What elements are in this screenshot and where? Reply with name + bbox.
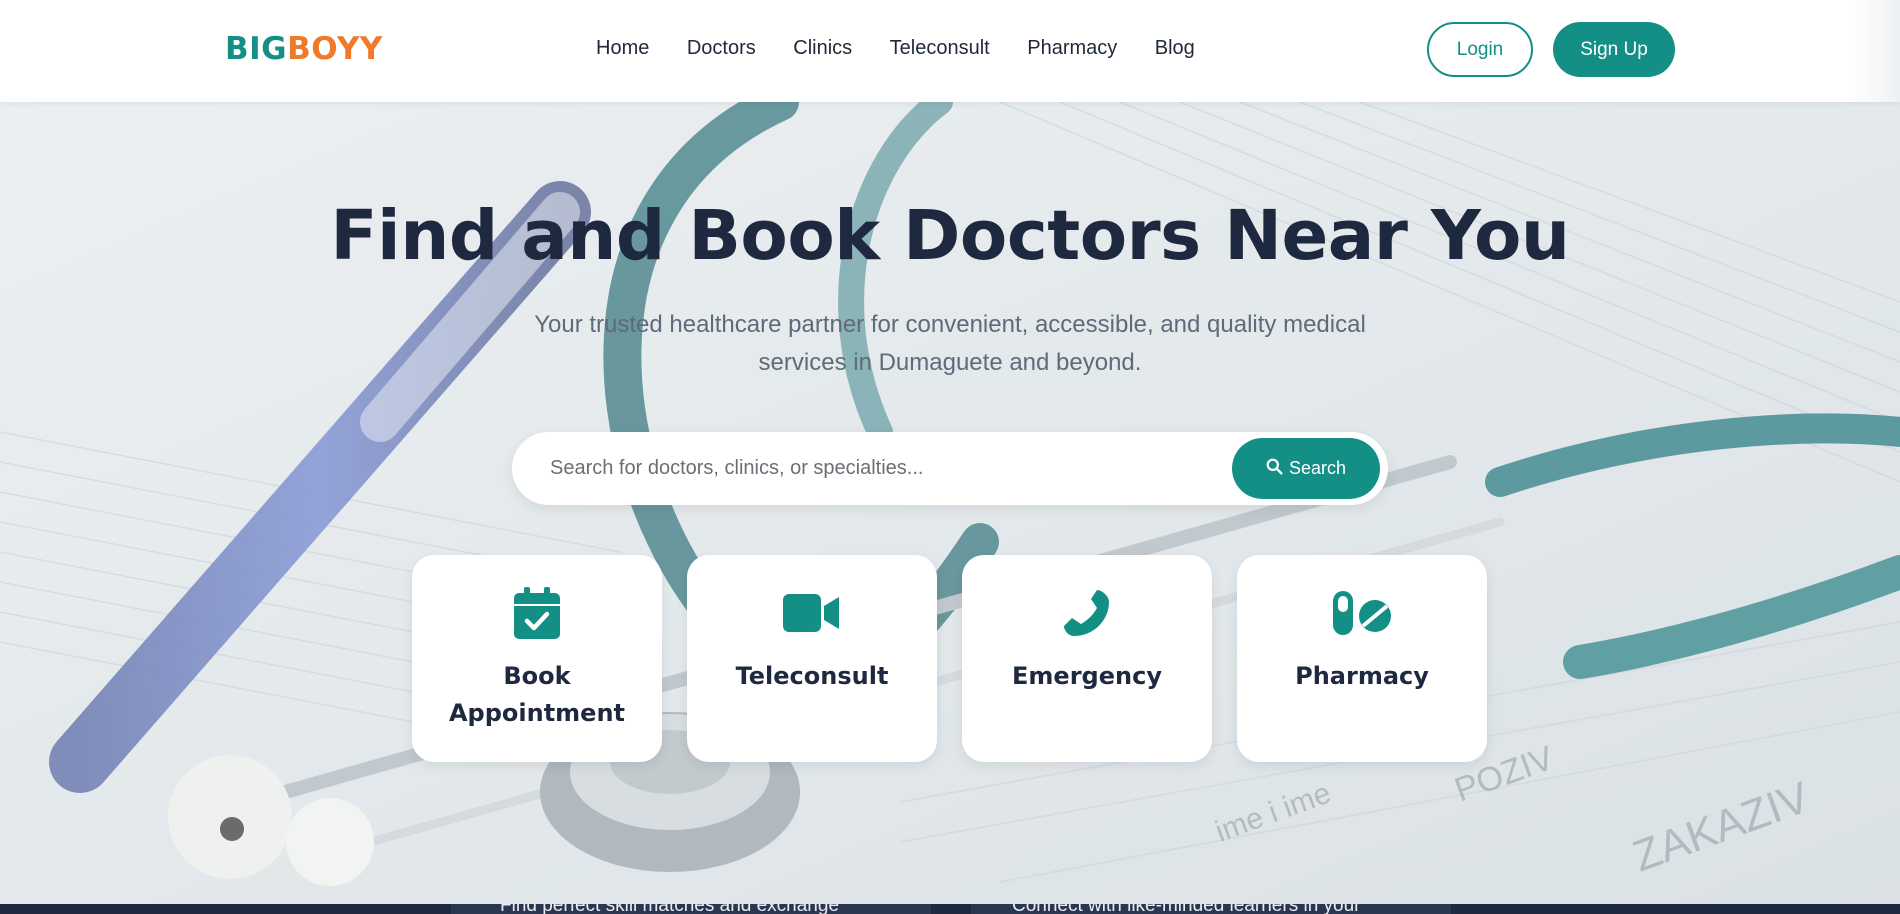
phone-icon bbox=[1057, 586, 1117, 640]
nav-clinics[interactable]: Clinics bbox=[793, 37, 852, 60]
logo-part-1: BIG bbox=[225, 31, 288, 67]
nav-teleconsult[interactable]: Teleconsult bbox=[890, 37, 990, 60]
nav-pharmacy[interactable]: Pharmacy bbox=[1027, 37, 1117, 60]
card-pharmacy[interactable]: Pharmacy bbox=[1237, 555, 1487, 762]
logo-part-2: BOYY bbox=[287, 31, 383, 67]
hero-section: POZIV ZAKAZIV ime i ime Find and Book Do… bbox=[0, 102, 1900, 904]
signup-button[interactable]: Sign Up bbox=[1553, 22, 1675, 77]
login-button[interactable]: Login bbox=[1427, 22, 1533, 77]
card-label: Teleconsult bbox=[735, 662, 889, 690]
card-teleconsult[interactable]: Teleconsult bbox=[687, 555, 937, 762]
next-section-preview: Find perfect skill matches and exchange … bbox=[0, 904, 1900, 914]
search-button[interactable]: Search bbox=[1232, 438, 1380, 499]
quick-actions: Book Appointment Teleconsult Emergency P… bbox=[412, 555, 1487, 762]
hero-title: Find and Book Doctors Near You bbox=[330, 196, 1570, 276]
feature-text-left: Find perfect skill matches and exchange bbox=[500, 904, 839, 914]
feature-text-right: Connect with like-minded learners in you… bbox=[1012, 904, 1361, 914]
nav-home[interactable]: Home bbox=[596, 37, 649, 60]
search-icon bbox=[1266, 458, 1283, 480]
main-nav: Home Doctors Clinics Teleconsult Pharmac… bbox=[596, 37, 1195, 60]
search-bar: Search bbox=[512, 432, 1388, 505]
card-book-appointment[interactable]: Book Appointment bbox=[412, 555, 662, 762]
calendar-check-icon bbox=[507, 586, 567, 640]
nav-doctors[interactable]: Doctors bbox=[687, 37, 756, 60]
brand-logo[interactable]: BIGBOYY bbox=[225, 31, 383, 67]
hero-subtitle: Your trusted healthcare partner for conv… bbox=[534, 311, 1366, 376]
card-label: Book Appointment bbox=[448, 662, 626, 727]
nav-blog[interactable]: Blog bbox=[1155, 37, 1195, 60]
site-header: BIGBOYY Home Doctors Clinics Teleconsult… bbox=[0, 0, 1900, 102]
pills-icon bbox=[1332, 586, 1392, 640]
search-button-label: Search bbox=[1288, 458, 1347, 478]
card-emergency[interactable]: Emergency bbox=[962, 555, 1212, 762]
card-label: Pharmacy bbox=[1295, 662, 1429, 690]
video-camera-icon bbox=[782, 586, 842, 640]
search-input[interactable] bbox=[550, 448, 1210, 488]
card-label: Emergency bbox=[1012, 662, 1162, 690]
